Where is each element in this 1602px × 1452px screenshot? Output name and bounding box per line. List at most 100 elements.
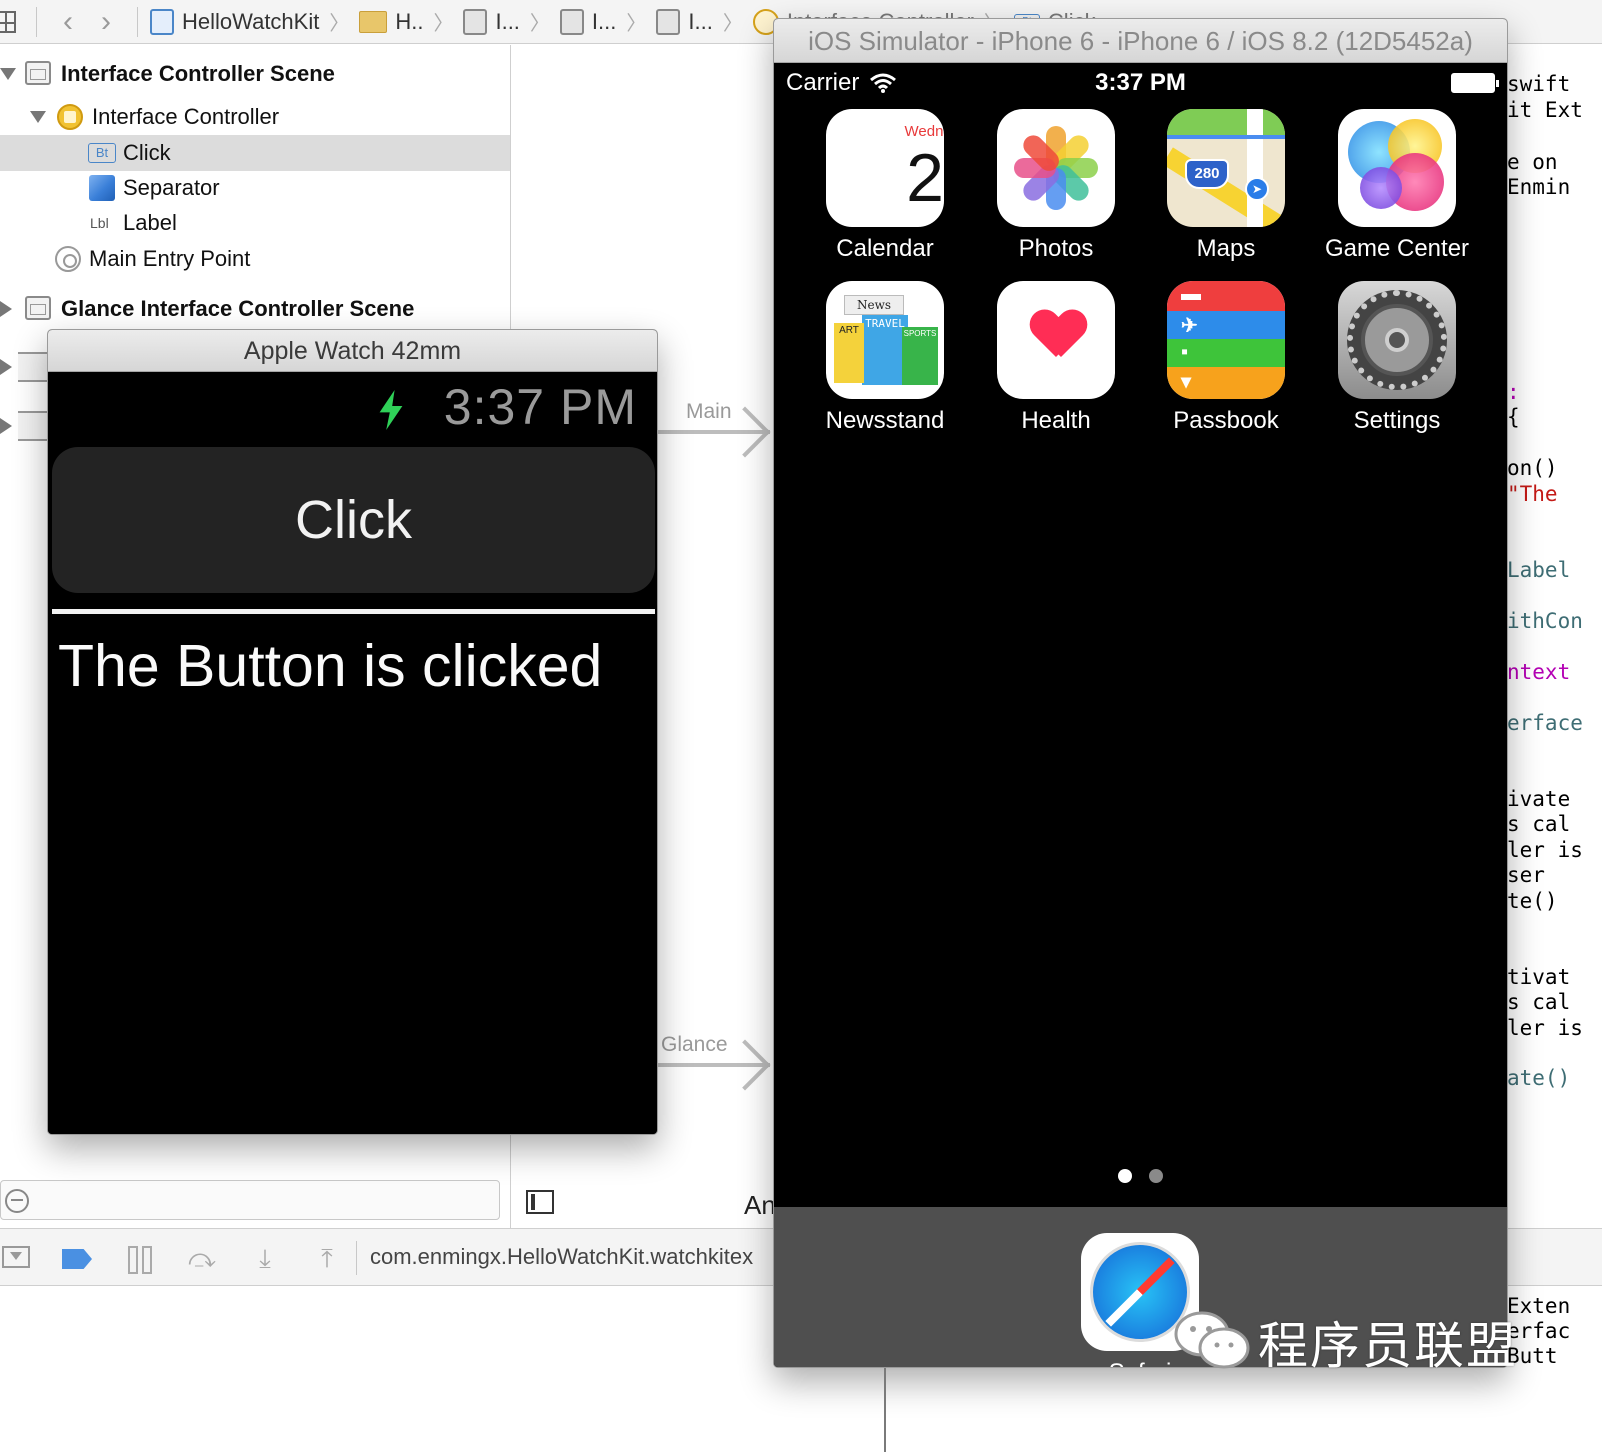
watch-window-title[interactable]: Apple Watch 42mm [48,330,657,372]
outline-row-separator[interactable]: Separator [0,170,510,206]
chevron-right-icon: 〉 [433,13,454,35]
breadcrumb-label: I... [495,8,520,34]
outline-label: Separator [123,175,220,200]
storyboard-base-icon [559,8,584,35]
step-out-icon[interactable]: ⤒ [314,1245,340,1272]
step-into-icon[interactable]: ⤓ [252,1245,278,1272]
back-arrow-icon[interactable]: ‹ [63,6,73,37]
health-icon [997,281,1115,399]
app-label: Settings [1353,407,1441,434]
code-line: { [1507,405,1520,429]
photos-icon [997,109,1115,227]
ticket-glyph-icon: ▬ [1181,283,1201,305]
app-newsstand[interactable]: News TRAVEL ART SPORTS Newsstand [810,281,960,435]
charging-bolt-icon [379,390,403,430]
breakpoints-icon[interactable] [62,1249,92,1269]
app-label: Maps [1196,235,1256,262]
hide-debug-area-icon[interactable] [2,1246,30,1268]
newsstand-icon: News TRAVEL ART SPORTS [826,281,944,399]
battery-icon [1451,73,1499,93]
pause-icon[interactable] [128,1246,152,1274]
app-photos[interactable]: Photos [981,109,1131,263]
page-indicator-dot[interactable] [1149,1169,1163,1183]
breadcrumb-label: I... [688,8,713,34]
breadcrumb-folder[interactable]: H.. [359,9,423,35]
news-art: ART [834,323,864,383]
forward-arrow-icon[interactable]: › [101,6,111,37]
maps-park [1167,109,1285,135]
debug-divider [356,1241,357,1275]
code-line: ser [1507,863,1545,887]
outline-row-glance-scene[interactable]: Glance Interface Controller Scene [0,291,510,327]
toggle-outline-icon[interactable] [526,1190,554,1214]
disclosure-triangle-icon[interactable] [0,68,16,80]
calendar-icon: Wednesday 24 [826,109,944,227]
disclosure-triangle-icon[interactable] [0,359,12,375]
app-game-center[interactable]: Game Center [1322,109,1472,263]
code-line: Label [1507,558,1571,582]
app-health[interactable]: Health [981,281,1131,435]
maps-road [1167,135,1285,139]
editor-divider [884,1368,886,1452]
glance-segue-label: Glance [661,1033,728,1056]
outline-row-label[interactable]: Lbl Label [0,205,510,241]
ios-simulator-window: iOS Simulator - iPhone 6 - iPhone 6 / iO… [773,18,1508,1368]
scene-icon [25,296,51,320]
outline-row-interface-controller[interactable]: Interface Controller [0,99,510,135]
debug-process-target[interactable]: com.enmingx.HelloWatchKit.watchkitex [370,1244,753,1270]
app-label: Photos [1018,235,1094,262]
code-line: ithCon [1507,609,1583,633]
code-line: on() [1507,456,1558,480]
breadcrumb-project[interactable]: HelloWatchKit [150,8,320,35]
label-object-icon: Lbl [90,215,109,231]
airplane-icon: ✈ [1181,315,1198,337]
ios-window-title[interactable]: iOS Simulator - iPhone 6 - iPhone 6 / iO… [774,19,1507,63]
app-passbook[interactable]: ▬ ✈ ▪ ▾ Passbook [1151,281,1301,435]
code-line: it Ext [1507,98,1583,122]
breadcrumb-scene[interactable]: I... [656,8,713,35]
chevron-right-icon: 〉 [329,13,350,35]
code-line: Enmin [1507,175,1571,199]
code-line: ntext [1507,660,1571,684]
film-icon: ▪ [1181,341,1189,363]
code-line: "The [1507,482,1558,506]
scene-icon [656,8,681,35]
code-line: ivate [1507,787,1571,811]
outline-row-interface-controller-scene[interactable]: Interface Controller Scene [0,56,510,92]
passbook-icon: ▬ ✈ ▪ ▾ [1167,281,1285,399]
code-line: s cal [1507,812,1571,836]
storyboard-file-icon [463,8,488,35]
app-label: Health [1021,407,1091,434]
code-line: e on [1507,150,1558,174]
jump-bar-divider [36,6,37,37]
disclosure-triangle-icon[interactable] [0,418,12,434]
outline-row-click-button[interactable]: Bt Click [0,135,510,171]
step-over-icon[interactable]: ⤼ [188,1245,216,1272]
disclosure-triangle-icon[interactable] [30,111,46,123]
app-calendar[interactable]: Wednesday 24 Calendar [810,109,960,263]
click-button[interactable]: Click [52,447,655,593]
breadcrumb-label: HelloWatchKit [182,8,320,34]
code-line: tivat [1507,965,1571,989]
breadcrumb-storyboard[interactable]: I... [463,8,520,35]
disclosure-triangle-icon[interactable] [0,301,12,317]
folder-icon [359,10,388,33]
chevron-right-icon: 〉 [529,13,550,35]
outline-label: Interface Controller [92,104,280,129]
chevron-right-icon: 〉 [722,13,743,35]
app-maps[interactable]: 280 ➤ Maps [1151,109,1301,263]
game-bubble [1360,167,1402,209]
app-settings[interactable]: Settings [1322,281,1472,435]
outline-row-main-entry-point[interactable]: Main Entry Point [0,241,510,277]
breadcrumb-label: I... [591,8,617,34]
result-label: The Button is clicked [58,633,603,699]
outline-filter-field[interactable] [0,1180,500,1220]
breadcrumb-base[interactable]: I... [559,8,617,35]
related-items-icon[interactable] [0,10,16,33]
code-line: : [1507,380,1520,404]
coffee-icon: ▾ [1181,371,1192,393]
page-indicator-dot-active[interactable] [1118,1169,1132,1183]
app-label: Newsstand [825,407,945,434]
watch-screen: 3:37 PM Click The Button is clicked [48,372,657,1134]
breadcrumb-label: H.. [395,8,424,34]
